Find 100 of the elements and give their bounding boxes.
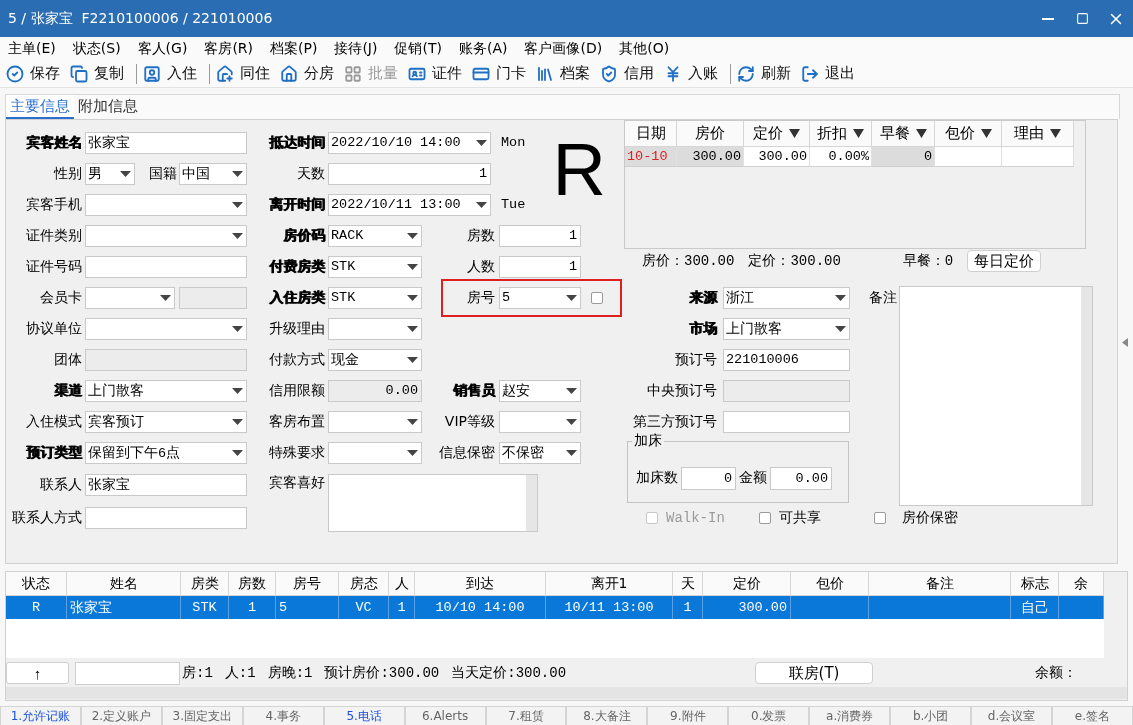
column-header[interactable]: 房态 xyxy=(339,572,389,596)
text-field[interactable]: 张家宝 xyxy=(85,473,247,496)
checkbox[interactable] xyxy=(759,511,771,524)
combo-box[interactable] xyxy=(328,441,422,464)
search-field[interactable] xyxy=(75,661,180,685)
column-header[interactable]: 折扣 xyxy=(810,121,872,147)
column-header[interactable]: 理由 xyxy=(1002,121,1074,147)
menu-item[interactable]: 账务(A) xyxy=(450,39,517,58)
text-field[interactable]: 221010006 xyxy=(723,348,850,371)
filter-icon[interactable] xyxy=(853,129,864,138)
column-header[interactable]: 天 xyxy=(673,572,703,596)
menu-item[interactable]: 促销(T) xyxy=(386,39,451,58)
column-header[interactable]: 房类 xyxy=(181,572,229,596)
combo-box[interactable] xyxy=(85,286,175,309)
toolbar-button[interactable]: 复制 xyxy=(68,64,132,83)
date-field[interactable]: 2022/10/10 14:00 xyxy=(328,131,491,154)
menu-item[interactable]: 客房(R) xyxy=(196,39,263,58)
toolbar-button[interactable]: 信用 xyxy=(598,64,662,83)
column-header[interactable]: 定价 xyxy=(703,572,791,596)
column-header[interactable]: 定价 xyxy=(744,121,810,147)
tab[interactable]: 主要信息 xyxy=(6,95,74,119)
toolbar-button[interactable]: 分房 xyxy=(278,64,342,83)
menu-item[interactable]: 状态(S) xyxy=(64,39,130,58)
combo-box[interactable]: 浙江 xyxy=(723,286,850,309)
filter-icon[interactable] xyxy=(980,129,992,138)
combo-box[interactable]: 5 xyxy=(499,286,581,309)
combo-box[interactable]: 上门散客 xyxy=(723,317,850,340)
text-field[interactable] xyxy=(85,255,247,278)
combo-box[interactable]: STK xyxy=(328,255,422,278)
scrollbar[interactable] xyxy=(6,687,1127,699)
tab[interactable]: a.消费券 xyxy=(809,706,891,725)
remark-field[interactable] xyxy=(899,286,1093,506)
column-header[interactable]: 状态 xyxy=(6,572,67,596)
combo-box[interactable] xyxy=(328,317,422,340)
toolbar-button[interactable]: 刷新 xyxy=(735,64,799,83)
toolbar-button[interactable]: 保存 xyxy=(4,64,68,83)
menu-item[interactable]: 主单(E) xyxy=(0,39,65,58)
column-header[interactable]: 房号 xyxy=(276,572,339,596)
combo-box[interactable] xyxy=(85,193,247,216)
menu-item[interactable]: 接待(J) xyxy=(326,39,387,58)
number-field[interactable]: 0.00 xyxy=(770,466,832,490)
column-header[interactable]: 日期 xyxy=(625,121,677,147)
up-button[interactable]: ↑ xyxy=(6,662,69,684)
column-header[interactable]: 包价 xyxy=(791,572,869,596)
memo-field[interactable] xyxy=(328,474,538,532)
tab[interactable]: b.小团 xyxy=(890,706,972,725)
checkbox[interactable] xyxy=(591,291,603,304)
combo-box[interactable]: 现金 xyxy=(328,348,422,371)
combo-box[interactable] xyxy=(499,410,581,433)
filter-icon[interactable] xyxy=(915,129,927,138)
column-header[interactable]: 余 xyxy=(1059,572,1104,596)
column-header[interactable]: 标志 xyxy=(1011,572,1059,596)
number-field[interactable]: 1 xyxy=(499,255,581,278)
tab[interactable]: d.会议室 xyxy=(971,706,1052,725)
tab[interactable]: 6.Alerts xyxy=(404,706,486,725)
combo-box[interactable]: 不保密 xyxy=(499,441,581,464)
combo-box[interactable]: RACK xyxy=(328,224,422,247)
menu-item[interactable]: 档案(P) xyxy=(262,39,327,58)
combo-box[interactable] xyxy=(85,224,247,247)
menu-item[interactable]: 客人(G) xyxy=(129,39,197,58)
column-header[interactable]: 包价 xyxy=(935,121,1002,147)
column-header[interactable]: 早餐 xyxy=(872,121,935,147)
tab[interactable]: 5.电话 xyxy=(323,706,405,725)
combo-box[interactable]: 宾客预订 xyxy=(85,410,247,433)
tab[interactable]: 2.定义账户 xyxy=(80,706,162,725)
combo-box[interactable] xyxy=(328,410,422,433)
tab[interactable]: 3.固定支出 xyxy=(161,706,243,725)
combo-box[interactable]: 男 xyxy=(85,162,135,185)
tab[interactable]: 8.大备注 xyxy=(566,706,648,725)
toolbar-button[interactable]: 证件 xyxy=(406,64,470,83)
filter-icon[interactable] xyxy=(789,129,800,138)
toolbar-button[interactable]: 入账 xyxy=(662,64,726,83)
toolbar-button[interactable]: 入住 xyxy=(141,64,205,83)
combo-box[interactable] xyxy=(85,317,247,340)
number-field[interactable]: 1 xyxy=(328,162,491,185)
number-field[interactable]: 0 xyxy=(681,466,736,490)
combo-box[interactable]: 中国 xyxy=(179,162,247,185)
combo-box[interactable]: 上门散客 xyxy=(85,379,247,402)
daily-rate-button[interactable]: 每日定价 xyxy=(967,250,1042,272)
combo-box[interactable]: 保留到下午6点 xyxy=(85,441,247,464)
toolbar-button[interactable]: 档案 xyxy=(534,64,598,83)
toolbar-button[interactable]: 门卡 xyxy=(470,64,534,83)
toolbar-button[interactable]: 退出 xyxy=(799,64,863,83)
menu-item[interactable]: 客户画像(D) xyxy=(516,39,612,58)
number-field[interactable]: 1 xyxy=(499,224,581,247)
column-header[interactable]: 离开1 xyxy=(546,572,673,596)
column-header[interactable]: 备注 xyxy=(869,572,1011,596)
combo-box[interactable]: 赵安 xyxy=(499,379,581,402)
tab[interactable]: 附加信息 xyxy=(74,95,142,119)
text-field[interactable]: 张家宝 xyxy=(85,131,247,154)
column-header[interactable]: 到达 xyxy=(415,572,546,596)
text-field[interactable] xyxy=(85,506,247,529)
tab[interactable]: 9.附件 xyxy=(647,706,729,725)
tab[interactable]: e.签名 xyxy=(1052,706,1133,725)
combo-box[interactable]: STK xyxy=(328,286,422,309)
column-header[interactable]: 人 xyxy=(389,572,415,596)
link-rooms-button[interactable]: 联房(T) xyxy=(755,662,873,684)
tab[interactable]: 1.允许记账 xyxy=(0,706,81,725)
column-header[interactable]: 房数 xyxy=(229,572,276,596)
column-header[interactable]: 房价 xyxy=(677,121,744,147)
